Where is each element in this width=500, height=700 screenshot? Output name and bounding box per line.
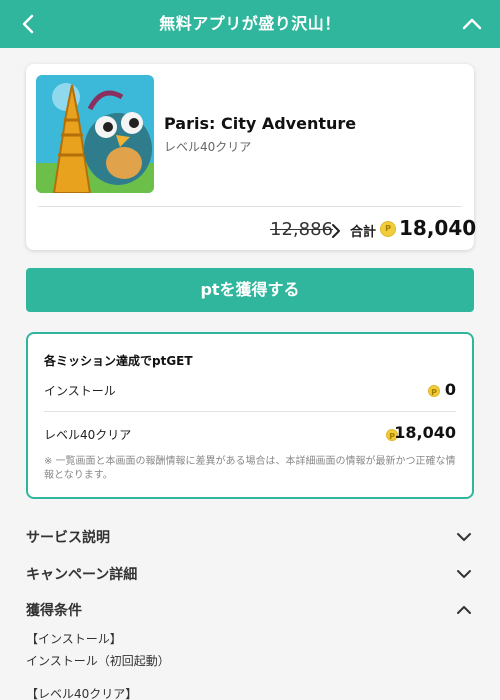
section-label: サービス説明: [26, 530, 110, 546]
total-points: 18,040: [399, 216, 477, 240]
app-icon[interactable]: [36, 75, 154, 193]
point-coin-icon: [380, 221, 396, 237]
page-title: 無料アプリが盛り沢山！: [159, 14, 341, 33]
chevron-up-icon: [457, 606, 471, 614]
mission-row-label: インストール: [44, 384, 116, 398]
section-label: 獲得条件: [26, 603, 82, 619]
condition-line: 【インストール】: [26, 632, 122, 646]
app-name: Paris: City Adventure: [164, 114, 357, 133]
total-label: 合計: [350, 225, 377, 240]
mission-row-label: レベル40クリア: [44, 428, 132, 442]
chevron-down-icon: [457, 570, 471, 578]
top-bar: 無料アプリが盛り沢山！: [0, 0, 500, 48]
app-subtitle: レベル40クリア: [164, 140, 252, 154]
point-coin-icon: [428, 385, 440, 399]
mission-row-points: 0: [444, 380, 456, 399]
section-service-description[interactable]: サービス説明: [26, 525, 474, 549]
condition-line: インストール（初回起動）: [26, 654, 170, 668]
app-card: Paris: City Adventure レベル40クリア 12,886 合計…: [26, 64, 477, 250]
chevron-down-icon: [457, 533, 471, 541]
chevron-up-icon: [462, 18, 482, 30]
mission-note: ※ 一覧画面と本画面の報酬情報に差異がある場合は、本詳細画面の情報が最新かつ正確…: [44, 456, 456, 481]
mission-row-points: 18,040: [394, 423, 456, 442]
collapse-button[interactable]: [456, 8, 488, 40]
card-divider: [38, 206, 462, 207]
condition-line: 【レベル40クリア】: [26, 687, 138, 700]
arrow-right-icon: [332, 224, 340, 238]
section-acquisition-conditions[interactable]: 獲得条件: [26, 598, 474, 622]
get-points-button[interactable]: ptを獲得する: [26, 268, 474, 312]
mission-title: 各ミッション達成でptGET: [44, 354, 193, 368]
old-points: 12,886: [270, 219, 333, 240]
section-campaign-details[interactable]: キャンペーン詳細: [26, 562, 474, 586]
section-label: キャンペーン詳細: [26, 567, 138, 583]
mission-divider: [44, 411, 456, 412]
mission-box: 各ミッション達成でptGET インストール 0 レベル40クリア 18,040 …: [26, 332, 474, 499]
